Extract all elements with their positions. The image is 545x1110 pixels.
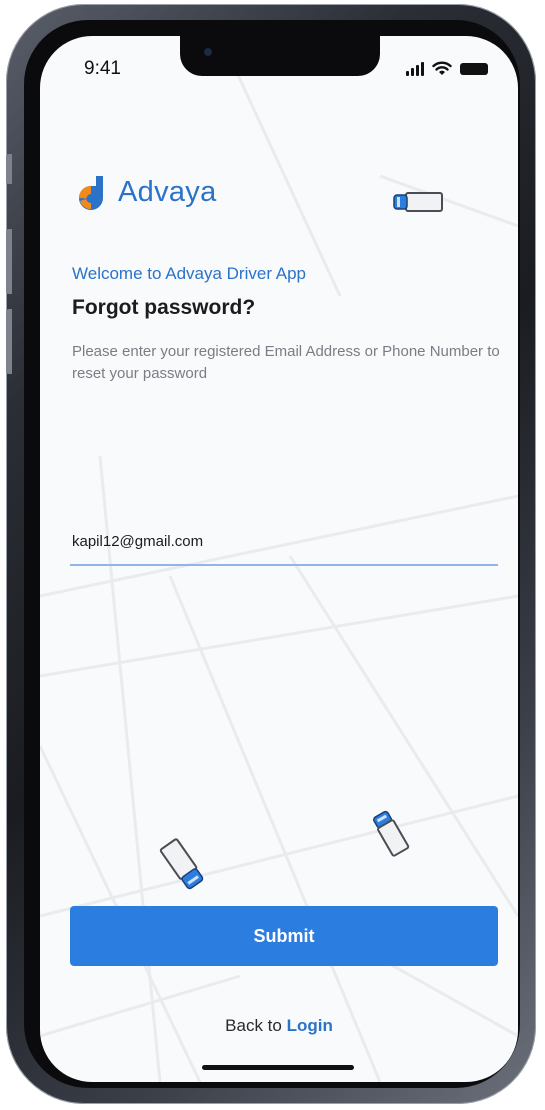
volume-up-button xyxy=(6,229,12,294)
back-to-login: Back to Login xyxy=(40,1016,518,1036)
front-camera xyxy=(204,48,212,56)
app-logo: Advaya xyxy=(72,174,217,210)
truck-icon xyxy=(159,838,204,890)
notch xyxy=(180,36,380,76)
instructions-text: Please enter your registered Email Addre… xyxy=(72,343,500,382)
volume-down-button xyxy=(6,309,12,374)
phone-frame: 9:41 Advaya Welcome to Advaya Driver App… xyxy=(6,4,536,1104)
home-indicator[interactable] xyxy=(202,1065,354,1070)
phone-screen: 9:41 Advaya Welcome to Advaya Driver App… xyxy=(40,36,518,1082)
wifi-icon xyxy=(432,61,452,75)
battery-icon xyxy=(460,63,488,75)
email-field[interactable] xyxy=(70,518,498,566)
submit-button[interactable]: Submit xyxy=(70,906,498,966)
mute-switch xyxy=(6,154,12,184)
page-title: Forgot password? xyxy=(72,296,256,319)
login-link[interactable]: Login xyxy=(287,1016,333,1035)
signal-icon xyxy=(406,62,424,76)
app-canvas: 9:41 Advaya Welcome to Advaya Driver App… xyxy=(0,0,545,1110)
back-to-label: Back to xyxy=(225,1016,287,1035)
app-logo-icon xyxy=(79,176,103,210)
brand-name: Advaya xyxy=(118,175,217,208)
status-time: 9:41 xyxy=(84,58,121,79)
welcome-text: Welcome to Advaya Driver App xyxy=(72,264,307,283)
truck-icon xyxy=(373,810,410,857)
status-icons xyxy=(406,58,488,76)
truck-icon xyxy=(393,192,443,212)
